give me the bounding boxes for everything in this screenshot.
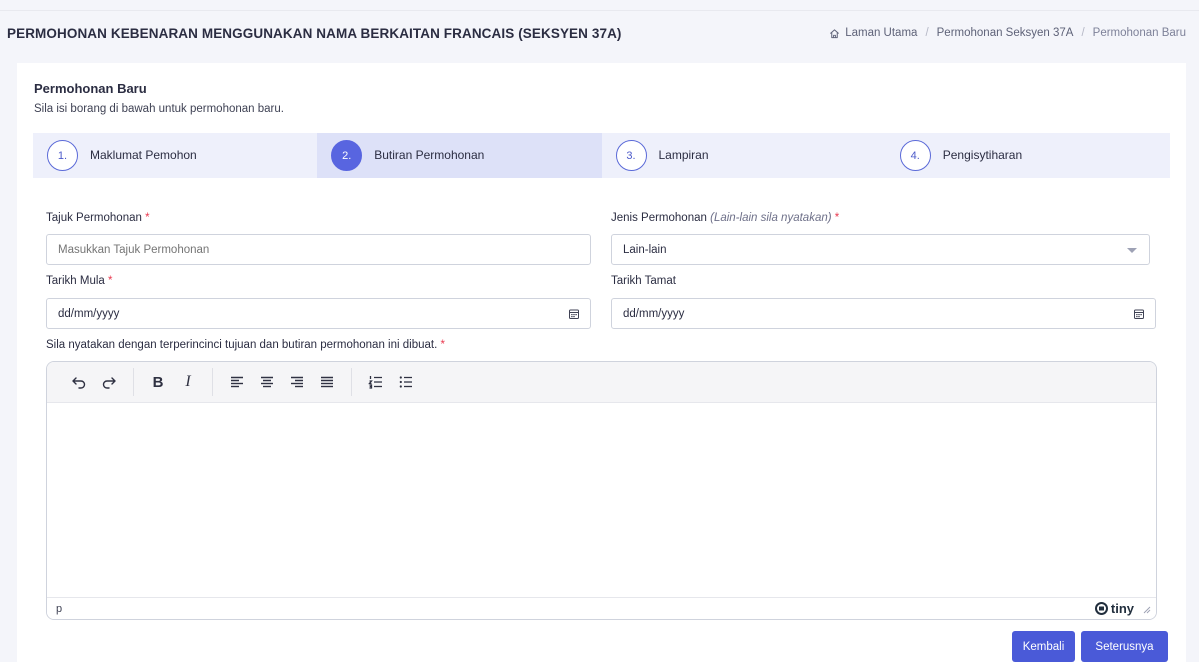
redo-icon[interactable] xyxy=(95,368,123,396)
next-button[interactable]: Seterusnya xyxy=(1081,631,1168,662)
calendar-icon[interactable] xyxy=(568,308,580,320)
tajuk-label: Tajuk Permohonan * xyxy=(46,212,150,224)
tajuk-label-text: Tajuk Permohonan xyxy=(46,212,142,224)
tiny-logo[interactable]: tiny xyxy=(1094,601,1134,616)
history-group xyxy=(55,368,134,396)
jenis-select-value: Lain-lain xyxy=(623,243,667,256)
butiran-label-text: Sila nyatakan dengan terperincinci tujua… xyxy=(46,339,438,351)
list-group xyxy=(352,368,430,396)
align-left-icon[interactable] xyxy=(223,368,251,396)
bulleted-list-icon[interactable] xyxy=(392,368,420,396)
required-marker: * xyxy=(834,212,840,224)
editor-content-area[interactable] xyxy=(47,403,1156,598)
element-path[interactable]: p xyxy=(56,603,62,615)
chevron-down-icon xyxy=(1127,248,1137,253)
card-title: Permohonan Baru xyxy=(34,81,147,96)
jenis-label-text: Jenis Permohonan xyxy=(611,212,707,224)
tiny-brand-text: tiny xyxy=(1110,601,1134,616)
breadcrumb-seksyen-37a[interactable]: Permohonan Seksyen 37A xyxy=(937,27,1074,39)
tajuk-input[interactable] xyxy=(46,234,591,265)
align-center-icon[interactable] xyxy=(253,368,281,396)
form-card: Permohonan Baru Sila isi borang di bawah… xyxy=(17,63,1186,662)
step-label: Maklumat Pemohon xyxy=(90,148,197,162)
align-group xyxy=(213,368,352,396)
home-icon xyxy=(830,28,840,38)
tarikh-mula-input[interactable]: dd/mm/yyyy xyxy=(46,298,591,329)
tarikh-tamat-input[interactable]: dd/mm/yyyy xyxy=(611,298,1156,329)
tarikh-mula-label-text: Tarikh Mula xyxy=(46,275,105,287)
breadcrumb-separator: / xyxy=(1081,27,1085,39)
numbered-list-icon[interactable] xyxy=(362,368,390,396)
step-maklumat-pemohon[interactable]: 1. Maklumat Pemohon xyxy=(33,133,317,178)
tiny-icon xyxy=(1094,602,1108,615)
breadcrumb-home[interactable]: Laman Utama xyxy=(845,27,917,39)
step-number: 4. xyxy=(899,140,931,171)
required-marker: * xyxy=(440,339,445,351)
step-label: Lampiran xyxy=(658,148,709,162)
butiran-label: Sila nyatakan dengan terperincinci tujua… xyxy=(46,339,445,351)
jenis-select[interactable]: Lain-lain xyxy=(611,234,1150,265)
align-right-icon[interactable] xyxy=(283,368,311,396)
step-label: Pengisytiharan xyxy=(942,148,1023,162)
required-marker: * xyxy=(108,275,113,287)
required-marker: * xyxy=(145,212,150,224)
jenis-label: Jenis Permohonan (Lain-lain sila nyataka… xyxy=(611,212,839,224)
step-number: 1. xyxy=(47,140,78,171)
breadcrumb-separator: / xyxy=(925,27,929,39)
page-title: PERMOHONAN KEBENARAN MENGGUNAKAN NAMA BE… xyxy=(7,26,622,41)
tarikh-tamat-value: dd/mm/yyyy xyxy=(623,307,685,320)
step-number: 3. xyxy=(615,140,647,171)
align-justify-icon[interactable] xyxy=(313,368,341,396)
jenis-hint: (Lain-lain sila nyatakan) xyxy=(710,212,832,224)
tarikh-tamat-label: Tarikh Tamat xyxy=(611,275,676,287)
step-lampiran[interactable]: 3. Lampiran xyxy=(602,133,886,178)
resize-handle-icon[interactable] xyxy=(1142,605,1151,614)
breadcrumb: Laman Utama / Permohonan Seksyen 37A / P… xyxy=(829,27,1186,39)
step-pengisytiharan[interactable]: 4. Pengisytiharan xyxy=(886,133,1170,178)
italic-button[interactable]: I xyxy=(174,368,202,396)
step-number: 2. xyxy=(331,140,363,171)
step-butiran-permohonan[interactable]: 2. Butiran Permohonan xyxy=(317,133,602,178)
rich-text-editor: B I p tiny xyxy=(46,361,1157,620)
back-button[interactable]: Kembali xyxy=(1012,631,1075,662)
card-subtitle: Sila isi borang di bawah untuk permohona… xyxy=(34,103,284,115)
tarikh-mula-value: dd/mm/yyyy xyxy=(58,307,120,320)
tarikh-tamat-label-text: Tarikh Tamat xyxy=(611,275,676,287)
editor-toolbar: B I xyxy=(47,362,1156,403)
tarikh-mula-label: Tarikh Mula * xyxy=(46,275,113,287)
bold-button[interactable]: B xyxy=(144,368,172,396)
breadcrumb-current: Permohonan Baru xyxy=(1092,27,1186,39)
editor-statusbar: p tiny xyxy=(47,597,1156,619)
wizard-stepper: 1. Maklumat Pemohon 2. Butiran Permohona… xyxy=(33,133,1170,178)
format-group: B I xyxy=(134,368,213,396)
calendar-icon[interactable] xyxy=(1133,308,1145,320)
step-label: Butiran Permohonan xyxy=(374,148,485,162)
undo-icon[interactable] xyxy=(65,368,93,396)
page-header: PERMOHONAN KEBENARAN MENGGUNAKAN NAMA BE… xyxy=(0,10,1199,56)
